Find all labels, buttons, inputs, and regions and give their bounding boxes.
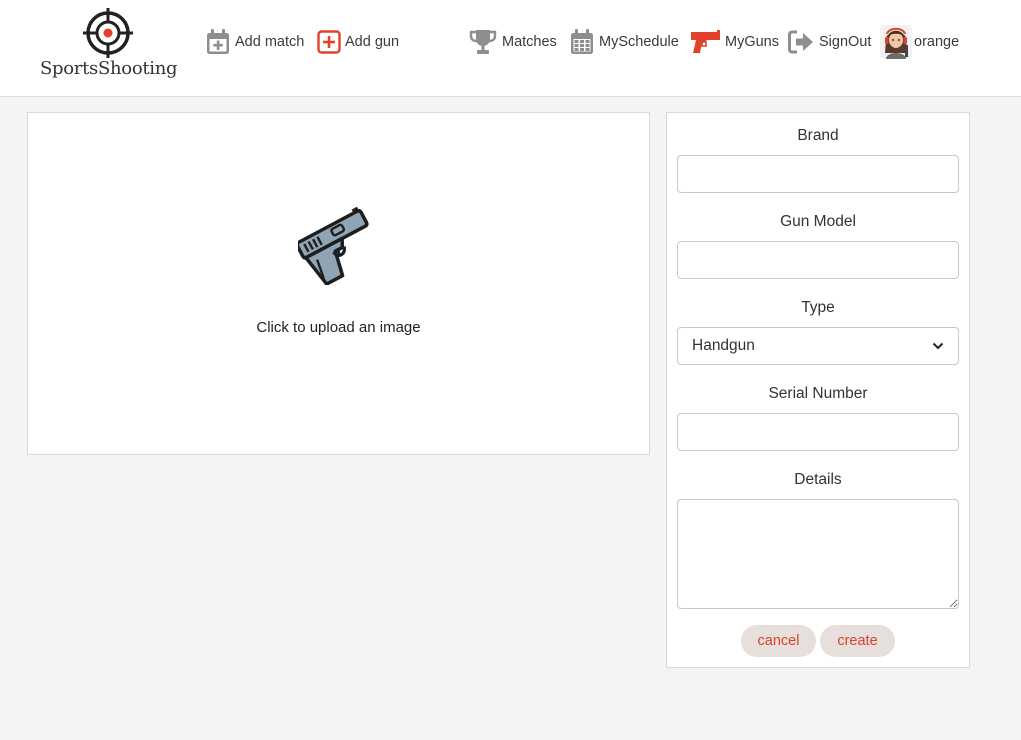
nav-matches-label: Matches <box>502 34 557 50</box>
logo-text: SportsShooting <box>40 58 178 79</box>
gun-icon <box>691 30 720 53</box>
serial-number-input[interactable] <box>677 413 959 451</box>
brand-input[interactable] <box>677 155 959 193</box>
nav-add-match[interactable]: Add match <box>205 28 304 56</box>
calendar-plus-icon <box>207 29 229 54</box>
top-navbar: SportsShooting Add match Add gun Matches… <box>0 0 1021 97</box>
serial-number-label: Serial Number <box>768 385 868 402</box>
chevron-down-icon <box>932 342 944 350</box>
nav-my-guns-label: MyGuns <box>725 34 779 50</box>
image-upload-area[interactable]: Click to upload an image <box>27 112 650 455</box>
details-label: Details <box>794 471 842 488</box>
nav-profile-username: orange <box>914 34 960 50</box>
crosshair-icon <box>83 8 133 58</box>
plus-square-icon <box>317 30 341 54</box>
create-button[interactable]: create <box>820 625 895 657</box>
avatar <box>880 25 912 59</box>
details-textarea[interactable] <box>677 499 959 609</box>
type-select-value: Handgun <box>692 337 755 354</box>
type-label: Type <box>801 299 835 316</box>
nav-add-gun[interactable]: Add gun <box>317 28 399 56</box>
gun-form: Brand Gun Model Type Handgun Serial Numb… <box>666 112 970 668</box>
type-select[interactable]: Handgun <box>677 327 959 365</box>
upload-instruction: Click to upload an image <box>256 319 421 336</box>
nav-my-schedule[interactable]: MySchedule <box>569 28 679 56</box>
gun-model-label: Gun Model <box>780 213 856 230</box>
sign-out-icon <box>788 30 813 54</box>
gun-model-input[interactable] <box>677 241 959 279</box>
cancel-button[interactable]: cancel <box>741 625 816 657</box>
nav-profile[interactable]: orange <box>880 25 960 59</box>
trophy-icon <box>469 30 497 54</box>
nav-sign-out[interactable]: SignOut <box>787 28 871 56</box>
pistol-icon <box>298 206 369 285</box>
nav-add-gun-label: Add gun <box>345 34 400 50</box>
nav-sign-out-label: SignOut <box>819 34 872 50</box>
nav-add-match-label: Add match <box>235 34 305 50</box>
nav-my-guns[interactable]: MyGuns <box>689 28 779 56</box>
brand-label: Brand <box>797 127 839 144</box>
logo-link[interactable]: SportsShooting <box>40 8 178 84</box>
calendar-icon <box>571 29 593 54</box>
nav-my-schedule-label: MySchedule <box>599 34 679 50</box>
nav-matches[interactable]: Matches <box>468 28 557 56</box>
